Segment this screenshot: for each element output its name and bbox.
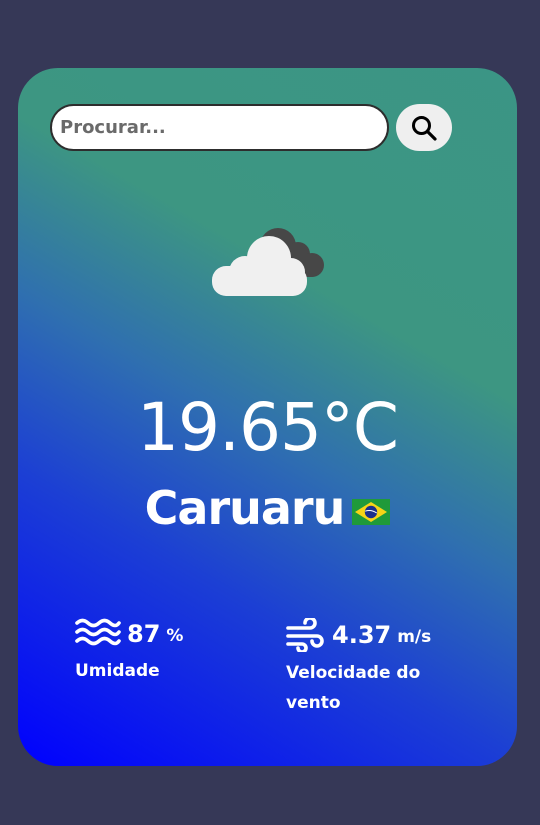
weather-card: 19.65°C Caruaru 87 % Umidade <box>18 68 517 766</box>
humidity-value: 87 <box>127 620 161 648</box>
wind-icon <box>286 618 324 652</box>
wind-unit: m/s <box>397 627 432 647</box>
location: Caruaru <box>18 478 517 538</box>
search-input[interactable] <box>50 104 389 151</box>
search-button[interactable] <box>396 104 452 151</box>
wind-label: Velocidade do vento <box>286 663 421 713</box>
cloud-icon <box>212 228 324 296</box>
water-waves-icon <box>75 618 121 646</box>
humidity-label: Umidade <box>75 661 160 681</box>
search-bar <box>50 104 452 151</box>
wind-value: 4.37 <box>332 621 392 649</box>
humidity-unit: % <box>166 626 184 646</box>
humidity-stat: 87 % Umidade <box>75 618 183 686</box>
wind-stat: 4.37 m/s Velocidade do vento <box>286 618 456 718</box>
brazil-flag-icon <box>352 499 391 525</box>
city-name: Caruaru <box>144 481 346 535</box>
search-icon <box>412 115 437 141</box>
temperature: 19.65°C <box>136 389 399 466</box>
